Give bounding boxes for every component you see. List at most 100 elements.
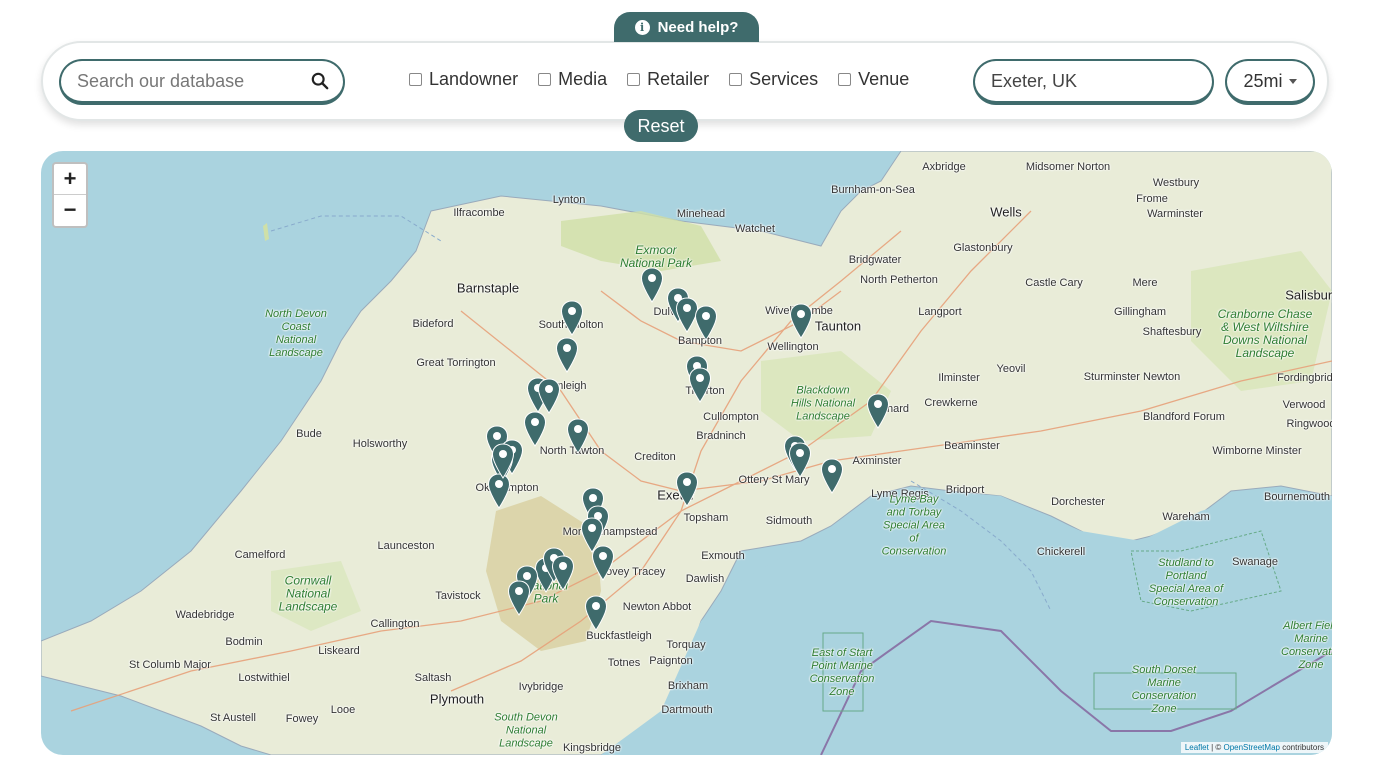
info-icon: i	[634, 19, 650, 35]
leaflet-link[interactable]: Leaflet	[1185, 743, 1209, 752]
map-marker-icon[interactable]	[551, 555, 575, 591]
search-panel: Landowner Media Retailer Services Venue …	[41, 41, 1329, 121]
map-marker-icon[interactable]	[688, 367, 712, 403]
map-marker-icon[interactable]	[591, 545, 615, 581]
place-label: Dartmouth	[661, 704, 713, 716]
place-label: Yeovil	[996, 363, 1026, 375]
map-marker-icon[interactable]	[675, 471, 699, 507]
place-label: St Austell	[210, 712, 256, 724]
park-label: South Dorset Marine Conservation Zone	[1131, 664, 1197, 715]
place-label: Beaminster	[944, 440, 1000, 452]
map-marker-icon[interactable]	[566, 418, 590, 454]
place-label: Blandford Forum	[1143, 411, 1225, 423]
place-label: Ringwood	[1286, 418, 1332, 430]
place-label: Saltash	[414, 672, 452, 684]
zoom-in-button[interactable]: +	[54, 164, 86, 195]
zoom-out-button[interactable]: −	[54, 195, 86, 225]
place-label: Ilminster	[938, 372, 980, 384]
place-label: Looe	[330, 704, 356, 716]
place-label: Burnham-on-Sea	[831, 184, 915, 196]
filter-label: Landowner	[429, 69, 519, 89]
place-label: Tavistock	[435, 590, 481, 602]
place-label: Cullompton	[703, 411, 759, 423]
park-label: Studland to Portland Special Area of Con…	[1148, 557, 1224, 608]
filter-label: Media	[558, 69, 608, 89]
place-label: Torquay	[666, 639, 706, 651]
osm-link[interactable]: OpenStreetMap	[1223, 743, 1279, 752]
map-marker-icon[interactable]	[694, 305, 718, 341]
filter-label: Services	[749, 69, 819, 89]
map-marker-icon[interactable]	[640, 267, 664, 303]
place-label: Bridport	[945, 484, 985, 496]
place-label: Frome	[1136, 193, 1168, 205]
radius-select[interactable]: 25mi	[1225, 59, 1315, 105]
map-attribution: Leaflet | © OpenStreetMap contributors	[1180, 742, 1328, 753]
map-marker-icon[interactable]	[555, 337, 579, 373]
place-label: Topsham	[683, 512, 729, 524]
place-label: Wareham	[1162, 511, 1210, 523]
place-label: Swanage	[1232, 556, 1278, 568]
place-label: Taunton	[814, 318, 862, 334]
place-label: Sturminster Newton	[1083, 371, 1181, 383]
place-label: Westbury	[1152, 177, 1200, 189]
place-label: Minehead	[676, 208, 726, 220]
place-label: Totnes	[607, 657, 641, 669]
place-label: North Petherton	[860, 274, 938, 286]
search-icon[interactable]	[311, 71, 329, 91]
filter-venue[interactable]: Venue	[838, 69, 909, 90]
place-label: Wellington	[767, 341, 819, 353]
place-label: Launceston	[377, 540, 435, 552]
place-label: Barnstaple	[456, 280, 520, 296]
place-label: Holsworthy	[352, 438, 408, 450]
filter-media[interactable]: Media	[538, 69, 607, 90]
landowner-checkbox[interactable]	[409, 73, 422, 86]
map-marker-icon[interactable]	[584, 595, 608, 631]
media-checkbox[interactable]	[538, 73, 552, 86]
park-label: Blackdown Hills National Landscape	[790, 384, 856, 423]
filter-landowner[interactable]: Landowner	[409, 69, 518, 90]
map-marker-icon[interactable]	[788, 442, 812, 478]
filter-services[interactable]: Services	[729, 69, 818, 90]
park-label: Lyme Bay and Torbay Special Area of Cons…	[881, 493, 947, 558]
place-label: Buckfastleigh	[586, 630, 652, 642]
map-marker-icon[interactable]	[491, 443, 515, 479]
filter-retailer[interactable]: Retailer	[627, 69, 709, 90]
search-box	[59, 59, 345, 105]
map-marker-icon[interactable]	[523, 411, 547, 447]
map[interactable]: + − Axbridge Midsomer Norton Westbury Wells…	[41, 151, 1332, 755]
place-label: Fowey	[285, 713, 319, 725]
place-label: Plymouth	[429, 691, 485, 707]
place-label: Crediton	[634, 451, 676, 463]
map-marker-icon[interactable]	[866, 393, 890, 429]
place-label: Great Torrington	[416, 357, 496, 369]
place-label: Exmouth	[701, 550, 745, 562]
attribution-contributors: contributors	[1279, 743, 1324, 752]
place-label: Crewkerne	[924, 397, 978, 409]
place-label: Ivybridge	[518, 681, 564, 693]
place-label: Ilfracombe	[453, 207, 505, 219]
map-marker-icon[interactable]	[537, 378, 561, 414]
need-help-button[interactable]: i Need help?	[614, 12, 759, 42]
zoom-control: + −	[52, 162, 88, 228]
place-label: Castle Cary	[1025, 277, 1083, 289]
caret-down-icon	[1288, 78, 1297, 84]
venue-checkbox[interactable]	[838, 73, 852, 86]
retailer-checkbox[interactable]	[627, 73, 641, 86]
place-label: Brixham	[667, 680, 709, 692]
map-marker-icon[interactable]	[560, 300, 584, 336]
map-marker-icon[interactable]	[820, 458, 844, 494]
place-label: Shaftesbury	[1142, 326, 1202, 338]
place-label: Axminster	[852, 455, 902, 467]
place-label: Sidmouth	[765, 515, 813, 527]
park-label: South Devon National Landscape	[494, 711, 558, 750]
map-marker-icon[interactable]	[789, 303, 813, 339]
place-label: Gillingham	[1114, 306, 1166, 318]
place-label: Watchet	[735, 223, 775, 235]
reset-button[interactable]: Reset	[624, 110, 698, 142]
location-input[interactable]	[989, 69, 1225, 93]
park-label: Cornwall National Landscape	[278, 573, 338, 614]
services-checkbox[interactable]	[729, 73, 743, 86]
place-label: Bridgwater	[848, 254, 902, 266]
map-marker-icon[interactable]	[507, 580, 531, 616]
search-input[interactable]	[75, 69, 311, 93]
